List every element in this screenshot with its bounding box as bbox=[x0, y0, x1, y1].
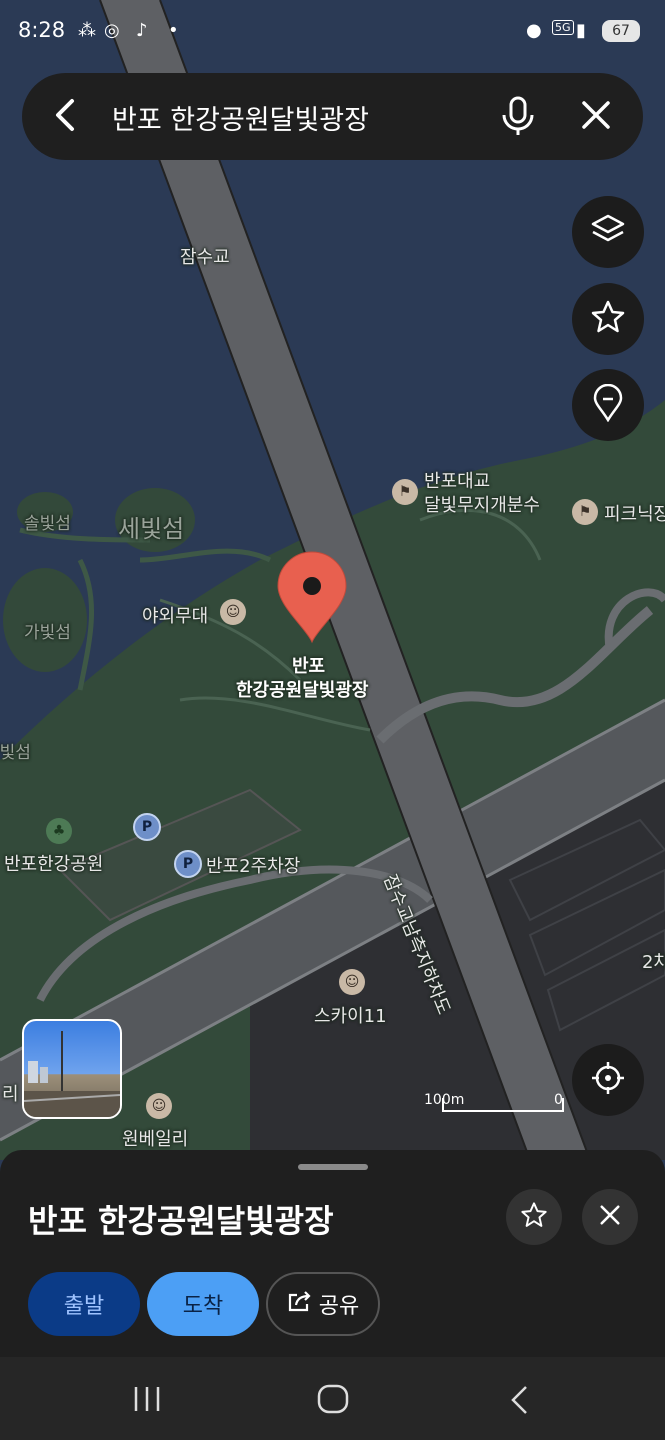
place-bottom-sheet[interactable]: 반포 한강공원달빛광장 출발 도착 공유 bbox=[0, 1150, 665, 1357]
share-button[interactable]: 공유 bbox=[266, 1272, 380, 1336]
close-icon[interactable] bbox=[580, 99, 612, 135]
recent-apps-icon[interactable] bbox=[132, 1385, 162, 1417]
arrive-button[interactable]: 도착 bbox=[147, 1272, 259, 1336]
island-label-chaebit: 채빛섬 bbox=[0, 743, 31, 763]
search-query[interactable]: 반포 한강공원달빛광장 bbox=[112, 98, 369, 137]
location-pin-icon bbox=[592, 383, 624, 426]
my-location-button[interactable] bbox=[572, 1044, 644, 1116]
theater-icon[interactable]: ☺ bbox=[220, 599, 246, 625]
layers-icon bbox=[590, 212, 626, 252]
theater-icon[interactable]: ☺ bbox=[339, 969, 365, 995]
share-label: 공유 bbox=[318, 1294, 360, 1319]
place-title: 반포 한강공원달빛광장 bbox=[28, 1202, 334, 1240]
location-pin-icon[interactable] bbox=[276, 550, 348, 648]
pin-label-line2: 한강공원달빛광장 bbox=[236, 680, 369, 701]
my-location-icon bbox=[590, 1060, 626, 1100]
instagram-icon: ◎ bbox=[104, 20, 120, 41]
star-icon bbox=[520, 1201, 548, 1233]
close-icon bbox=[598, 1203, 622, 1231]
pin-label-line1: 반포 bbox=[292, 656, 326, 677]
location-icon: ● bbox=[526, 20, 542, 41]
star-icon bbox=[590, 299, 626, 339]
battery-indicator: 67 bbox=[602, 20, 640, 42]
system-nav-bar bbox=[0, 1357, 665, 1440]
outdoor-stage-label[interactable]: 야외무대 bbox=[142, 602, 208, 628]
dot-icon: • bbox=[168, 20, 179, 41]
search-bar[interactable]: 반포 한강공원달빛광장 bbox=[22, 73, 643, 160]
network-badge: 5G bbox=[552, 20, 574, 35]
flag-icon[interactable]: ⚑ bbox=[572, 499, 598, 525]
save-place-button[interactable] bbox=[506, 1189, 562, 1245]
status-bar: 8:28 ⁂ ◎ ♪ • ● 5G ▮ 67 bbox=[0, 0, 665, 62]
share-icon bbox=[287, 1289, 313, 1319]
edge-label-left: 리 bbox=[2, 1084, 19, 1105]
island-label-solbit: 솔빛섬 bbox=[24, 514, 71, 534]
map-scale: 100m 0 bbox=[420, 1090, 570, 1120]
map-view[interactable]: 잠수교 솔빛섬 세빛섬 가빛섬 채빛섬 ⚑ 반포대교 달빛무지개분수 ⚑ 피크닉… bbox=[0, 0, 665, 1160]
parking-label[interactable]: 반포2주차장 bbox=[206, 852, 300, 878]
flag-icon[interactable]: ⚑ bbox=[392, 479, 418, 505]
scale-bar bbox=[442, 1098, 564, 1112]
back-arrow-icon[interactable] bbox=[52, 95, 80, 139]
app-notification-icon: ♪ bbox=[136, 20, 148, 41]
layers-button[interactable] bbox=[572, 196, 644, 268]
park-icon[interactable]: ♣ bbox=[46, 818, 72, 844]
picnic-label[interactable]: 피크닉장 bbox=[604, 500, 665, 526]
theater-icon[interactable]: ☺ bbox=[146, 1093, 172, 1119]
mic-icon[interactable] bbox=[500, 95, 536, 141]
favorites-button[interactable] bbox=[572, 283, 644, 355]
island-label-gabit: 가빛섬 bbox=[24, 623, 71, 643]
home-icon[interactable] bbox=[317, 1384, 349, 1418]
status-time: 8:28 bbox=[18, 18, 66, 42]
sheet-drag-handle[interactable] bbox=[298, 1164, 368, 1170]
nav-back-icon[interactable] bbox=[508, 1384, 530, 1420]
parking-icon[interactable]: P bbox=[133, 813, 161, 841]
parking-icon[interactable]: P bbox=[174, 850, 202, 878]
signal-icon: ▮ bbox=[576, 20, 586, 41]
park-label[interactable]: 반포한강공원 bbox=[4, 850, 103, 876]
depart-button[interactable]: 출발 bbox=[28, 1272, 140, 1336]
close-sheet-button[interactable] bbox=[582, 1189, 638, 1245]
street-view-thumbnail[interactable] bbox=[22, 1019, 122, 1119]
one-valley-label[interactable]: 원베일리 bbox=[122, 1125, 188, 1151]
sky-label[interactable]: 스카이11 bbox=[314, 1002, 387, 1028]
edge-label-right: 2차 bbox=[642, 952, 665, 973]
saved-places-button[interactable] bbox=[572, 369, 644, 441]
island-label-sebit: 세빛섬 bbox=[118, 515, 185, 543]
app-notification-icon: ⁂ bbox=[78, 20, 96, 41]
bridge-label: 잠수교 bbox=[180, 247, 230, 268]
fountain-label[interactable]: 반포대교 달빛무지개분수 bbox=[424, 470, 540, 518]
